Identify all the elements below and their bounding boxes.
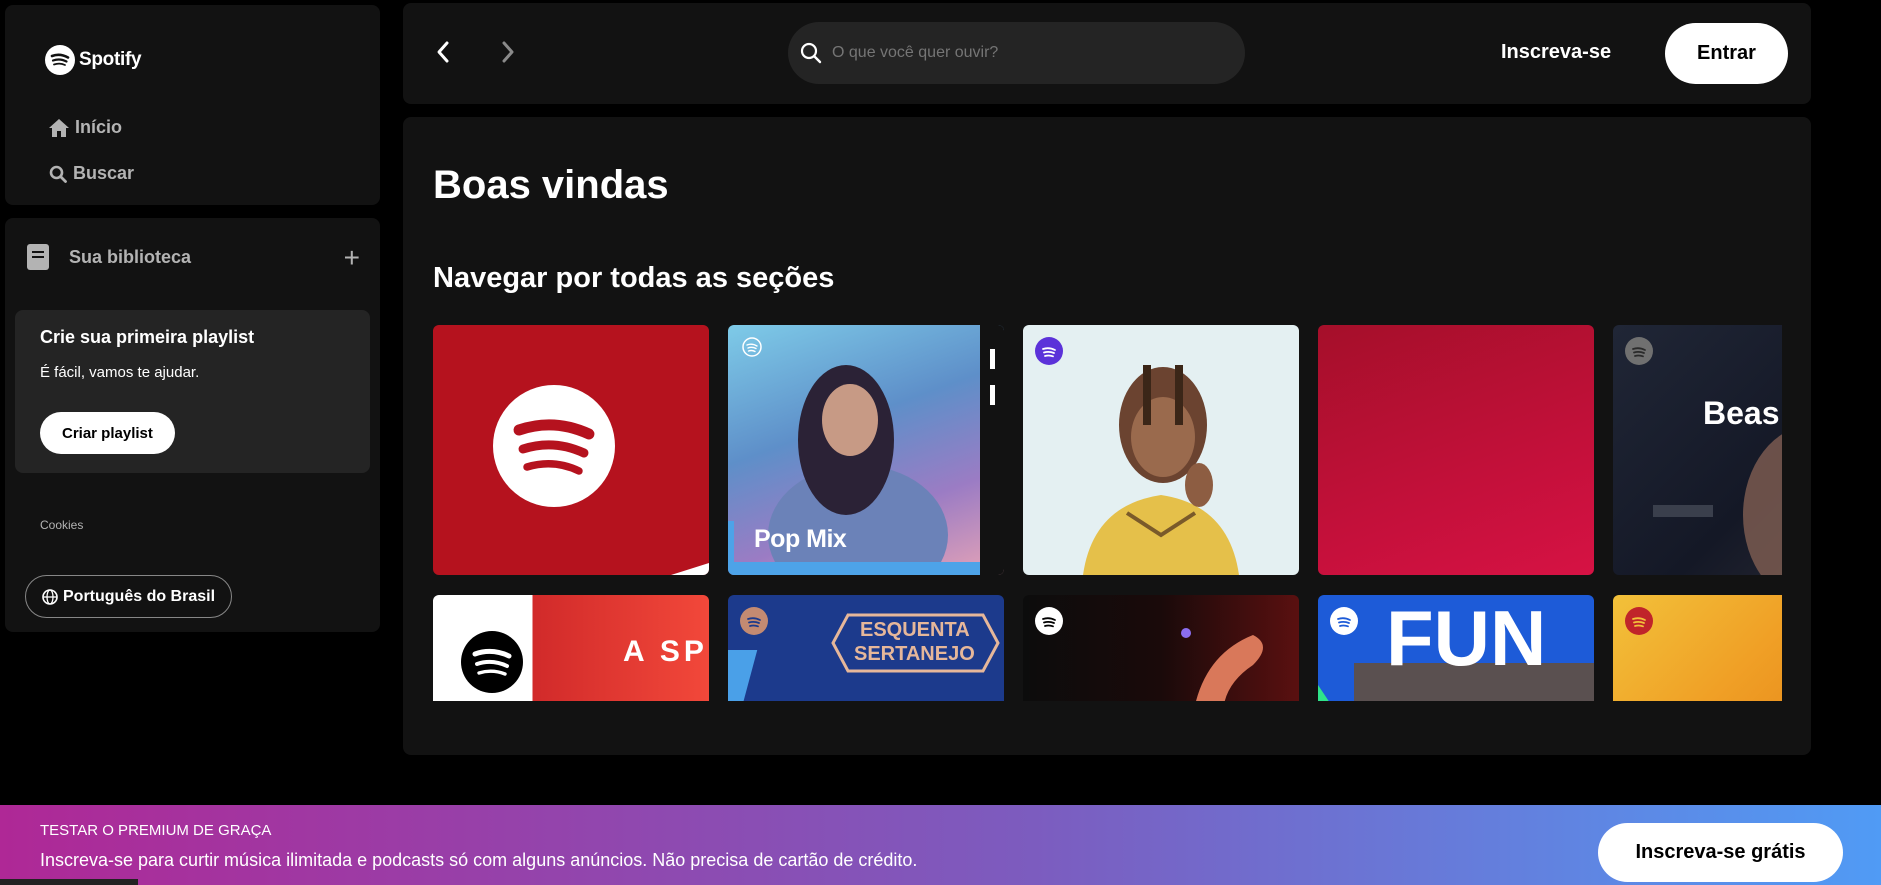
browse-grid: Pop Mix Beas A SP ESQUENTA SERTANEJO FUN bbox=[433, 325, 1782, 701]
spotify-badge-icon bbox=[1035, 607, 1063, 635]
signup-link[interactable]: Inscreva-se bbox=[1501, 41, 1611, 64]
browse-card[interactable]: ESQUENTA SERTANEJO bbox=[728, 595, 1004, 701]
login-button[interactable]: Entrar bbox=[1665, 23, 1788, 84]
top-bar: Inscreva-se Entrar bbox=[403, 3, 1811, 104]
horizontal-scrollbar[interactable] bbox=[0, 879, 138, 885]
library-title: Sua biblioteca bbox=[69, 246, 192, 267]
chevron-right-icon[interactable] bbox=[500, 39, 516, 70]
home-icon bbox=[49, 118, 69, 137]
browse-card[interactable]: A SP bbox=[433, 595, 709, 701]
spotify-badge-icon bbox=[1625, 337, 1653, 365]
browse-card-pop-mix[interactable]: Pop Mix bbox=[728, 325, 1004, 575]
logo-text: Spotify bbox=[79, 49, 142, 70]
card-title: A SP bbox=[623, 635, 708, 668]
spotify-logo[interactable]: Spotify bbox=[45, 45, 142, 75]
library-header[interactable]: Sua biblioteca bbox=[27, 244, 191, 270]
browse-card[interactable]: Beas bbox=[1613, 325, 1782, 575]
card-title: SERTANEJO bbox=[854, 643, 975, 665]
search-input[interactable] bbox=[832, 44, 1212, 62]
banner-title: TESTAR O PREMIUM DE GRAÇA bbox=[40, 822, 272, 839]
spotify-logo-icon bbox=[493, 385, 615, 507]
card-title: ESQUENTA bbox=[860, 619, 970, 641]
create-playlist-button[interactable]: Criar playlist bbox=[40, 412, 175, 454]
cookies-link[interactable]: Cookies bbox=[40, 518, 83, 532]
spotify-badge-icon bbox=[738, 333, 766, 361]
nav-search[interactable]: Buscar bbox=[49, 163, 134, 184]
browse-card[interactable]: FUN bbox=[1318, 595, 1594, 701]
search-icon bbox=[49, 165, 67, 183]
browse-card[interactable] bbox=[1023, 325, 1299, 575]
signup-free-button[interactable]: Inscreva-se grátis bbox=[1598, 823, 1843, 882]
library-icon bbox=[27, 244, 49, 270]
card-title: FUN bbox=[1386, 595, 1547, 682]
create-playlist-subtitle: É fácil, vamos te ajudar. bbox=[40, 364, 200, 381]
search-icon bbox=[800, 42, 822, 64]
spotify-badge-icon bbox=[1625, 607, 1653, 635]
language-label: Português do Brasil bbox=[63, 587, 216, 605]
sidebar-nav: Spotify Início Buscar bbox=[5, 5, 380, 205]
browse-card[interactable] bbox=[1613, 595, 1782, 701]
spotify-logo-icon bbox=[45, 45, 75, 75]
premium-banner[interactable]: TESTAR O PREMIUM DE GRAÇA Inscreva-se pa… bbox=[0, 805, 1881, 885]
chevron-left-icon[interactable] bbox=[435, 39, 451, 70]
globe-icon bbox=[42, 588, 58, 605]
main-content: Boas vindas Navegar por todas as seções bbox=[403, 117, 1811, 755]
browse-card[interactable] bbox=[433, 325, 709, 575]
nav-search-label: Buscar bbox=[73, 163, 135, 183]
language-button[interactable]: Português do Brasil bbox=[25, 575, 233, 618]
banner-text: Inscreva-se para curtir música ilimitada… bbox=[40, 850, 918, 870]
plus-icon[interactable]: + bbox=[344, 244, 360, 272]
browse-card[interactable] bbox=[1023, 595, 1299, 701]
nav-home-label: Início bbox=[75, 117, 123, 137]
create-playlist-title: Crie sua primeira playlist bbox=[40, 327, 255, 347]
section-title: Navegar por todas as seções bbox=[433, 262, 835, 294]
spotify-badge-icon bbox=[740, 607, 768, 635]
card-title: Beas bbox=[1703, 395, 1780, 431]
spotify-logo-icon bbox=[461, 631, 523, 693]
library-panel: Sua biblioteca + Crie sua primeira playl… bbox=[5, 218, 380, 632]
spotify-badge-icon bbox=[1035, 337, 1063, 365]
page-title: Boas vindas bbox=[433, 163, 669, 207]
create-playlist-card: Crie sua primeira playlist É fácil, vamo… bbox=[15, 310, 370, 473]
card-title: Pop Mix bbox=[754, 525, 847, 553]
search-bar[interactable] bbox=[788, 22, 1245, 84]
spotify-badge-icon bbox=[1330, 607, 1358, 635]
browse-card[interactable] bbox=[1318, 325, 1594, 575]
nav-home[interactable]: Início bbox=[49, 117, 122, 138]
